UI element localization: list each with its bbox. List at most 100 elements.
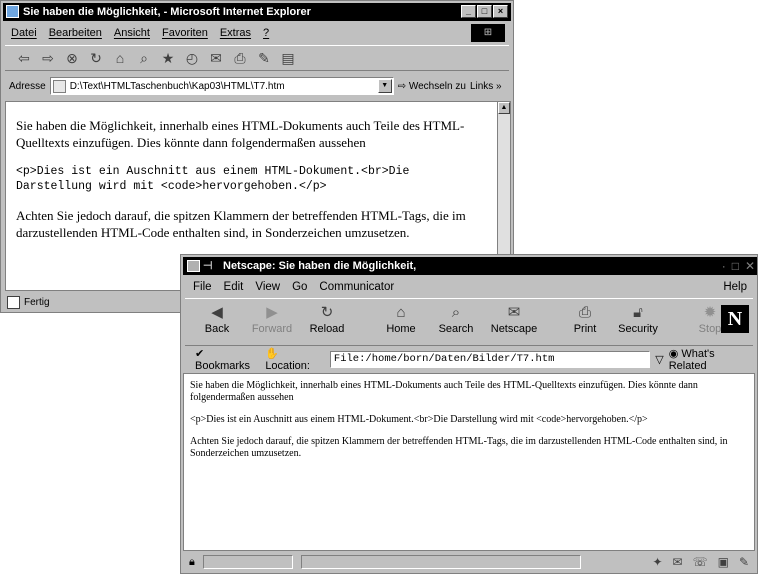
- menu-extras[interactable]: Extras: [214, 27, 257, 39]
- address-label: Adresse: [9, 80, 46, 92]
- maximize-button[interactable]: □: [477, 5, 492, 18]
- ie-paragraph-1: Sie haben die Möglichkeit, innerhalb ein…: [16, 118, 465, 150]
- menu-communicator[interactable]: Communicator: [313, 281, 400, 293]
- security-label: Security: [618, 323, 658, 335]
- ns-paragraph-1: Sie haben die Möglichkeit, innerhalb ein…: [190, 380, 698, 403]
- reload-button[interactable]: ↻ Reload: [305, 303, 349, 335]
- print-icon: ⎙: [578, 304, 591, 321]
- search-label: Search: [438, 323, 474, 335]
- back-label: Back: [204, 323, 230, 335]
- ns-maximize-icon[interactable]: □: [732, 257, 739, 275]
- bookmarks-button[interactable]: ✔ Bookmarks: [195, 347, 260, 372]
- back-button[interactable]: ◀ Back: [197, 303, 237, 335]
- ns-minimize-icon[interactable]: ·: [722, 257, 726, 275]
- discuss-icon[interactable]: ▤: [279, 49, 297, 67]
- pin-icon[interactable]: ⊣: [203, 257, 213, 275]
- favorites-icon[interactable]: ★: [159, 49, 177, 67]
- go-arrow-icon: ⇨: [397, 80, 407, 92]
- go-button[interactable]: ⇨ Wechseln zu: [398, 81, 466, 92]
- print-button[interactable]: ⎙ Print: [567, 303, 603, 335]
- ie-title-bar[interactable]: Sie haben die Möglichkeit, - Microsoft I…: [3, 3, 511, 21]
- close-button[interactable]: ×: [493, 5, 508, 18]
- menu-favoriten[interactable]: Favoriten: [156, 27, 214, 39]
- ns-menu-bar: File Edit View Go Communicator Help: [187, 277, 753, 297]
- ns-app-icon[interactable]: [187, 260, 200, 272]
- ie-menu-bar: Datei Bearbeiten Ansicht Favoriten Extra…: [5, 23, 509, 43]
- bookmarks-icon: ✔: [195, 347, 205, 360]
- netscape-window: ⊣ Netscape: Sie haben die Möglichkeit, ·…: [180, 254, 758, 574]
- menu-datei[interactable]: Datei: [5, 27, 43, 39]
- ns-title-bar[interactable]: ⊣ Netscape: Sie haben die Möglichkeit, ·…: [183, 257, 757, 275]
- security-status-icon[interactable]: 🔒︎: [189, 556, 195, 569]
- ns-paragraph-2: <p>Dies ist ein Auschnitt aus einem HTML…: [190, 414, 648, 425]
- location-input[interactable]: File:/home/born/Daten/Bilder/T7.htm: [329, 350, 651, 368]
- lock-icon: 🔓︎: [633, 304, 643, 321]
- menu-go[interactable]: Go: [286, 281, 313, 293]
- edit-icon[interactable]: ✎: [739, 555, 749, 569]
- go-label: Wechseln zu: [408, 80, 466, 92]
- location-icon: ✋: [265, 347, 280, 360]
- history-icon[interactable]: ◴: [183, 49, 201, 67]
- ns-close-icon[interactable]: ✕: [745, 257, 755, 275]
- ie-paragraph-2: Achten Sie jedoch darauf, die spitzen Kl…: [16, 208, 466, 240]
- stop-icon[interactable]: ⊗: [63, 49, 81, 67]
- menu-view[interactable]: View: [249, 281, 286, 293]
- component-bar-icon-1[interactable]: ✦: [652, 555, 662, 569]
- ie-toolbar: ⇦ ⇨ ⊗ ↻ ⌂ ⌕ ★ ◴ ✉ ⎙ ✎ ▤: [5, 45, 509, 71]
- ns-navigation-toolbar: ◀ Back ▶ Forward ↻ Reload ⌂ Home ⌕ Searc…: [185, 298, 753, 346]
- reload-icon: ↻: [320, 304, 334, 321]
- mail-icon[interactable]: ✉: [673, 555, 683, 569]
- page-icon: [52, 79, 66, 93]
- ns-window-title: Netscape: Sie haben die Möglichkeit,: [223, 260, 417, 272]
- status-message-cell: [202, 555, 293, 569]
- search-icon: ⌕: [451, 304, 461, 321]
- back-icon[interactable]: ⇦: [15, 49, 33, 67]
- windows-logo-icon: ⊞: [471, 24, 505, 42]
- menu-help[interactable]: ?: [257, 27, 275, 39]
- location-dropdown-icon[interactable]: ▽: [655, 353, 663, 366]
- search-button[interactable]: ⌕ Search: [433, 303, 479, 335]
- ie-code-block: <p>Dies ist ein Auschnitt aus einem HTML…: [16, 165, 410, 193]
- discussion-icon[interactable]: ☏: [693, 555, 708, 569]
- links-button[interactable]: Links »: [470, 81, 502, 92]
- location-label: ✋ Location:: [265, 347, 325, 372]
- menu-help[interactable]: Help: [717, 281, 753, 293]
- bookmarks-label: Bookmarks: [195, 359, 251, 372]
- location-label-text: Location:: [265, 359, 310, 372]
- edit-icon[interactable]: ✎: [255, 49, 273, 67]
- menu-edit[interactable]: Edit: [218, 281, 250, 293]
- refresh-icon[interactable]: ↻: [87, 49, 105, 67]
- forward-label: Forward: [251, 323, 293, 335]
- ie-address-bar: Adresse D:\Text\HTMLTaschenbuch\Kap03\HT…: [5, 74, 509, 98]
- address-value: D:\Text\HTMLTaschenbuch\Kap03\HTML\T7.ht…: [69, 80, 285, 92]
- status-page-icon: [7, 295, 20, 309]
- back-arrow-icon: ◀: [211, 304, 223, 321]
- forward-arrow-icon: ▶: [266, 304, 278, 321]
- print-label: Print: [573, 323, 597, 335]
- ns-paragraph-3: Achten Sie jedoch darauf, die spitzen Kl…: [190, 436, 728, 459]
- address-dropdown-icon[interactable]: ▼: [377, 79, 392, 93]
- home-button[interactable]: ⌂ Home: [381, 303, 421, 335]
- print-icon[interactable]: ⎙: [231, 49, 249, 67]
- netscape-logo-icon: N: [721, 305, 749, 333]
- security-button[interactable]: 🔓︎ Security: [613, 303, 663, 335]
- scroll-up-icon[interactable]: ▲: [498, 102, 510, 114]
- search-icon[interactable]: ⌕: [135, 49, 153, 67]
- home-label: Home: [386, 323, 416, 335]
- forward-icon[interactable]: ⇨: [39, 49, 57, 67]
- ns-status-bar: 🔒︎ ✦ ✉ ☏ ▣ ✎: [183, 553, 755, 571]
- whats-related-button[interactable]: ◉ What's Related: [669, 347, 753, 372]
- menu-file[interactable]: File: [187, 281, 218, 293]
- home-icon: ⌂: [396, 304, 406, 321]
- mail-icon[interactable]: ✉: [207, 49, 225, 67]
- composer-icon[interactable]: ▣: [718, 555, 729, 569]
- minimize-button[interactable]: _: [461, 5, 476, 18]
- address-input[interactable]: D:\Text\HTMLTaschenbuch\Kap03\HTML\T7.ht…: [49, 77, 394, 95]
- menu-bearbeiten[interactable]: Bearbeiten: [43, 27, 108, 39]
- home-icon[interactable]: ⌂: [111, 49, 129, 67]
- menu-ansicht[interactable]: Ansicht: [108, 27, 156, 39]
- ns-location-toolbar: ✔ Bookmarks ✋ Location: File:/home/born/…: [185, 347, 753, 372]
- netscape-button[interactable]: ✉ Netscape: [485, 303, 543, 335]
- ie-app-icon[interactable]: [6, 5, 19, 18]
- forward-button[interactable]: ▶ Forward: [247, 303, 297, 335]
